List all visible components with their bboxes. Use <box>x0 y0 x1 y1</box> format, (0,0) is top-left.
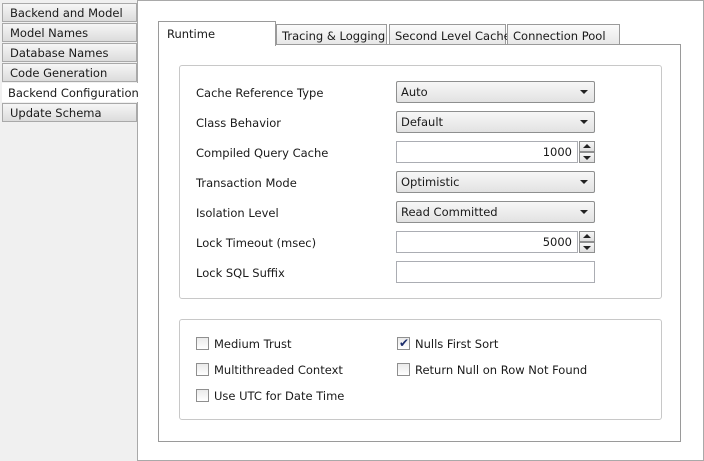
tab-connection-pool[interactable]: Connection Pool <box>507 24 620 46</box>
cache-reference-type-select[interactable]: Auto <box>396 81 595 103</box>
combo-value: Read Committed <box>401 205 498 219</box>
checkbox-box[interactable]: ✔ <box>397 336 410 350</box>
sidebar-item-label: Database Names <box>10 46 109 60</box>
combo-value: Optimistic <box>401 175 460 189</box>
input-value: 1000 <box>542 145 572 159</box>
sidebar-item-label: Backend Configuration <box>8 86 139 100</box>
combo-value: Default <box>401 115 444 129</box>
lock-timeout-stepper <box>579 231 595 253</box>
checkbox-box[interactable] <box>196 363 209 376</box>
arrow-up-icon <box>583 144 591 148</box>
chevron-down-icon <box>580 180 588 184</box>
chevron-down-icon <box>580 120 588 124</box>
checkbox-box[interactable] <box>397 363 410 376</box>
sidebar-nav: Backend and Model Model Names Database N… <box>0 0 139 461</box>
sidebar-item-label: Update Schema <box>10 106 102 120</box>
checkbox-label: Nulls First Sort <box>415 337 499 351</box>
tab-runtime[interactable]: Runtime <box>158 21 276 46</box>
sidebar-item-backend-configuration[interactable]: Backend Configuration <box>2 83 139 102</box>
tab-label: Tracing & Logging <box>282 29 386 43</box>
checkbox-label: Use UTC for Date Time <box>214 389 345 403</box>
sidebar-item-database-names[interactable]: Database Names <box>2 43 137 62</box>
class-behavior-label: Class Behavior <box>196 116 281 130</box>
increment-button[interactable] <box>579 231 595 242</box>
backend-configuration-panel: Runtime Tracing & Logging Second Level C… <box>137 0 704 461</box>
tab-label: Runtime <box>167 27 216 41</box>
sidebar-item-label: Backend and Model <box>10 6 123 20</box>
lock-sql-suffix-label: Lock SQL Suffix <box>196 266 285 280</box>
tab-label: Connection Pool <box>513 29 606 43</box>
tab-tracing-logging[interactable]: Tracing & Logging <box>276 24 387 46</box>
runtime-settings-group: Cache Reference Type Auto Class Behavior… <box>179 65 662 299</box>
checkbox-label: Multithreaded Context <box>214 363 343 377</box>
decrement-button[interactable] <box>579 152 595 163</box>
increment-button[interactable] <box>579 141 595 152</box>
tab-second-level-cache[interactable]: Second Level Cache <box>389 24 511 46</box>
class-behavior-select[interactable]: Default <box>396 111 595 133</box>
checkbox-label: Return Null on Row Not Found <box>415 363 588 377</box>
combo-value: Auto <box>401 85 428 99</box>
sidebar-item-label: Model Names <box>10 26 89 40</box>
checkbox-label: Medium Trust <box>214 337 292 351</box>
arrow-up-icon <box>583 234 591 238</box>
checkbox-box[interactable] <box>196 337 209 350</box>
sidebar-item-backend-and-model[interactable]: Backend and Model <box>2 3 137 22</box>
compiled-query-cache-input[interactable]: 1000 <box>396 141 578 163</box>
sidebar-item-code-generation[interactable]: Code Generation <box>2 63 137 82</box>
compiled-query-cache-stepper <box>579 141 595 163</box>
decrement-button[interactable] <box>579 242 595 253</box>
lock-sql-suffix-input[interactable] <box>396 261 595 283</box>
isolation-level-label: Isolation Level <box>196 206 279 220</box>
chevron-down-icon <box>580 90 588 94</box>
cache-reference-type-label: Cache Reference Type <box>196 86 324 100</box>
lock-timeout-label: Lock Timeout (msec) <box>196 236 317 250</box>
transaction-mode-select[interactable]: Optimistic <box>396 171 595 193</box>
arrow-down-icon <box>583 156 591 160</box>
check-icon: ✔ <box>399 336 410 350</box>
tab-label: Second Level Cache <box>395 29 511 43</box>
runtime-tab-panel: Cache Reference Type Auto Class Behavior… <box>158 44 681 442</box>
isolation-level-select[interactable]: Read Committed <box>396 201 595 223</box>
lock-timeout-input[interactable]: 5000 <box>396 231 578 253</box>
input-value: 5000 <box>542 235 572 249</box>
sidebar-item-update-schema[interactable]: Update Schema <box>2 103 137 122</box>
chevron-down-icon <box>580 210 588 214</box>
compiled-query-cache-label: Compiled Query Cache <box>196 146 329 160</box>
transaction-mode-label: Transaction Mode <box>196 176 297 190</box>
sidebar-item-model-names[interactable]: Model Names <box>2 23 137 42</box>
checkbox-box[interactable] <box>196 389 209 402</box>
arrow-down-icon <box>583 246 591 250</box>
sidebar-item-label: Code Generation <box>10 66 108 80</box>
runtime-options-group: Medium Trust Multithreaded Context Use U… <box>179 319 662 420</box>
